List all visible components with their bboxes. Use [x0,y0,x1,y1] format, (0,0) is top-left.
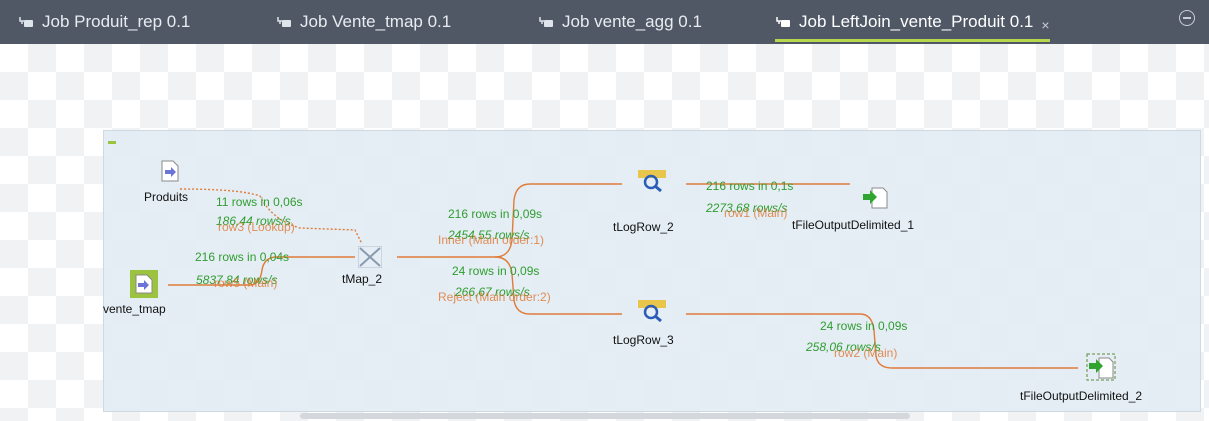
log-row-icon [638,170,666,193]
lookup-stats: 11 rows in 0,06s [216,195,303,209]
log-row-icon [638,300,666,323]
row1-stats: 216 rows in 0,1s [706,179,794,193]
file-input-icon [161,160,179,182]
lookup-connection-label[interactable]: row3 (Lookup) [218,220,295,234]
inner-connection-label[interactable]: Inner (Main order:1) [438,233,544,247]
inner-stats: 216 rows in 0,09s [448,207,543,221]
file-input-icon [130,270,158,298]
tmap-icon [357,245,383,269]
tlogrow2-component[interactable] [638,170,666,197]
row2-connection-label[interactable]: row2 (Main) [834,346,897,360]
tlogrow2-label: tLogRow_2 [613,220,674,234]
vente-tmap-component[interactable] [130,270,158,303]
row2-stats: 24 rows in 0,09s [820,319,908,333]
output2-label: tFileOutputDelimited_2 [1020,389,1143,403]
output2-component[interactable] [1085,352,1121,387]
reject-connection-label[interactable]: Reject (Main order:2) [438,290,551,304]
file-output-icon [1086,353,1116,381]
tlogrow3-component[interactable] [638,300,666,327]
connection-lines [168,183,1078,369]
tmap-component[interactable] [357,245,383,273]
tlogrow3-label: tLogRow_3 [613,333,674,347]
main-connection-label[interactable]: row5 (Main) [214,276,277,290]
reject-stats: 24 rows in 0,09s [452,264,540,278]
tmap-label: tMap_2 [342,272,383,286]
vente-tmap-label: vente_tmap [103,302,166,316]
output1-label: tFileOutputDelimited_1 [792,218,915,232]
produits-label: Produits [144,190,189,204]
main-stats: 216 rows in 0,04s [195,250,290,264]
file-output-icon [863,187,888,209]
output1-component[interactable] [862,187,888,214]
row1-connection-label[interactable]: row1 (Main) [724,206,787,220]
produits-component[interactable] [160,160,180,187]
